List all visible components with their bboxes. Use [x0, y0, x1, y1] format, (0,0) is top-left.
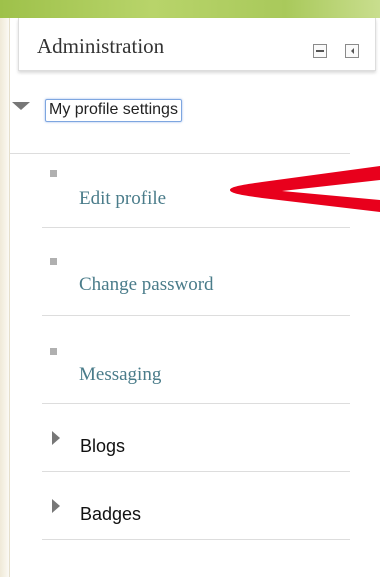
- tree-item-label[interactable]: Badges: [80, 504, 141, 525]
- collapsed-arrow-icon[interactable]: [52, 499, 60, 513]
- block-title: Administration: [37, 34, 165, 58]
- bullet-icon: [50, 348, 57, 355]
- divider: [42, 539, 350, 540]
- tree-item-label[interactable]: Messaging: [79, 364, 161, 386]
- tree-item-label[interactable]: Blogs: [80, 436, 125, 457]
- theme-header-bar: [0, 0, 380, 18]
- tree-item-label[interactable]: Change password: [79, 274, 214, 296]
- minus-box-icon[interactable]: [313, 44, 327, 58]
- red-arrow-annotation: [230, 166, 380, 212]
- tree-node-label[interactable]: My profile settings: [45, 99, 182, 122]
- tree-node-my-profile-settings[interactable]: My profile settings: [12, 99, 350, 136]
- block-header: Administration: [18, 18, 376, 71]
- page-left-edge: [0, 0, 10, 577]
- dock-left-icon[interactable]: [345, 44, 359, 58]
- tree-item-messaging[interactable]: Messaging: [42, 316, 350, 404]
- tree-item-badges[interactable]: Badges: [42, 472, 350, 540]
- bullet-icon: [50, 170, 57, 177]
- tree-item-change-password[interactable]: Change password: [42, 228, 350, 316]
- bullet-icon: [50, 258, 57, 265]
- collapsed-arrow-icon[interactable]: [52, 431, 60, 445]
- tree-item-label[interactable]: Edit profile: [79, 188, 166, 210]
- tree-item-blogs[interactable]: Blogs: [42, 404, 350, 472]
- expanded-arrow-icon[interactable]: [12, 102, 30, 110]
